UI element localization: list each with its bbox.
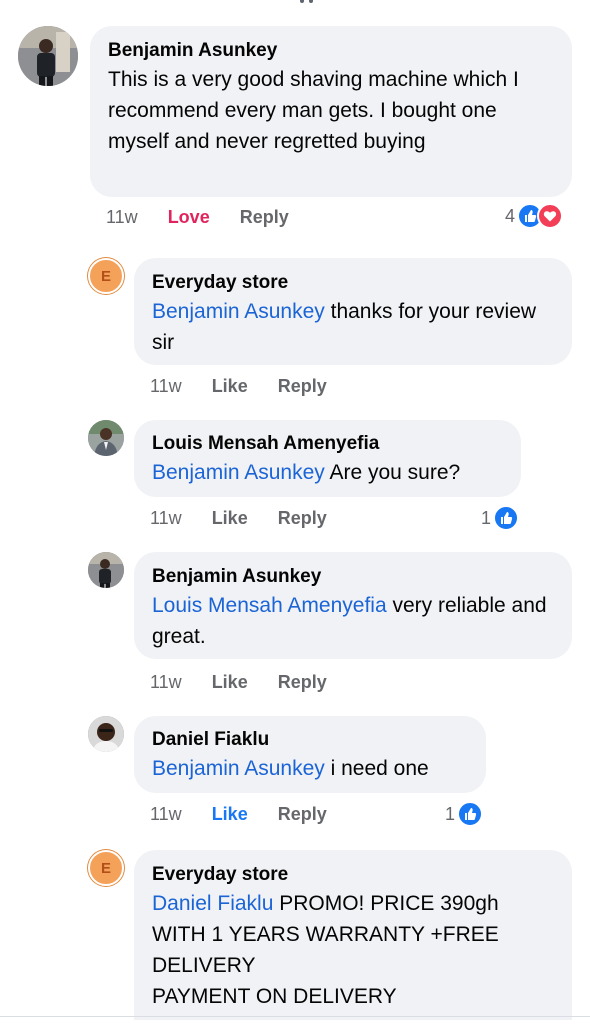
mention-link[interactable]: Benjamin Asunkey [152,300,325,323]
more-options-indicator [300,0,314,3]
avatar[interactable] [88,420,124,456]
love-icon [537,203,564,229]
comment-text-line: WITH 1 YEARS WARRANTY +FREE [152,923,499,946]
comment-time[interactable]: 11w [106,207,138,228]
reaction-count: 1 [445,803,456,824]
comment-text: i need one [324,757,429,780]
reply-bubble: Everyday store Daniel Fiaklu PROMO! PRIC… [134,850,572,1020]
avatar[interactable] [18,26,78,86]
comment-text-line: DELIVERY [152,954,256,977]
avatar-letter: E [100,267,111,285]
like-button[interactable]: Like [212,672,248,693]
mention-link[interactable]: Benjamin Asunkey [152,757,325,780]
comment-actions: 11w Like Reply [150,508,357,529]
reply-button[interactable]: Reply [278,508,327,529]
reply-bubble: Everyday store Benjamin Asunkey thanks f… [134,258,572,365]
mention-link[interactable]: Benjamin Asunkey [152,461,325,484]
reaction-summary[interactable]: 1 [445,801,484,827]
comment-time[interactable]: 11w [150,376,182,397]
avatar[interactable]: E [88,258,124,294]
comment-text-line: PAYMENT ON DELIVERY [152,985,397,1008]
comment-bubble: Benjamin Asunkey This is a very good sha… [90,26,572,197]
reply-button[interactable]: Reply [240,207,289,228]
comment-time[interactable]: 11w [150,508,182,529]
like-icon [457,801,484,827]
reply-button[interactable]: Reply [278,376,327,397]
comment-actions: 11w Love Reply [106,207,319,228]
like-button[interactable]: Like [212,376,248,397]
divider [0,1016,590,1017]
comment-author[interactable]: Daniel Fiaklu [152,727,468,753]
reaction-summary[interactable]: 1 [481,505,520,531]
reaction-count: 1 [481,507,492,528]
comment-author[interactable]: Benjamin Asunkey [152,564,554,590]
comment-actions: 11w Like Reply [150,672,357,693]
comment-time[interactable]: 11w [150,672,182,693]
reply-button[interactable]: Reply [278,804,327,825]
like-button[interactable]: Like [212,804,248,825]
avatar[interactable] [88,716,124,752]
reply-bubble: Louis Mensah Amenyefia Benjamin Asunkey … [134,420,521,497]
comment-text: This is a very good shaving machine whic… [108,68,519,153]
comment-actions: 11w Like Reply [150,804,357,825]
reply-button[interactable]: Reply [278,672,327,693]
comment-time[interactable]: 11w [150,804,182,825]
reaction-count: 4 [505,205,516,226]
mention-link[interactable]: Louis Mensah Amenyefia [152,594,387,617]
avatar[interactable]: E [88,850,124,886]
like-icon [493,505,520,531]
comment-text: Are you sure? [324,461,461,484]
reply-bubble: Benjamin Asunkey Louis Mensah Amenyefia … [134,552,572,659]
reaction-summary[interactable]: 4 [505,203,564,229]
like-button[interactable]: Like [212,508,248,529]
love-button[interactable]: Love [168,207,210,228]
comment-author[interactable]: Everyday store [152,862,554,888]
comment-author[interactable]: Benjamin Asunkey [108,38,554,64]
comment-actions: 11w Like Reply [150,376,357,397]
reply-bubble: Daniel Fiaklu Benjamin Asunkey i need on… [134,716,486,793]
avatar-letter: E [100,859,111,877]
comment-author[interactable]: Everyday store [152,270,554,296]
mention-link[interactable]: Daniel Fiaklu [152,892,273,915]
avatar[interactable] [88,552,124,588]
comment-text: PROMO! PRICE 390gh [273,892,499,915]
comment-author[interactable]: Louis Mensah Amenyefia [152,431,503,457]
